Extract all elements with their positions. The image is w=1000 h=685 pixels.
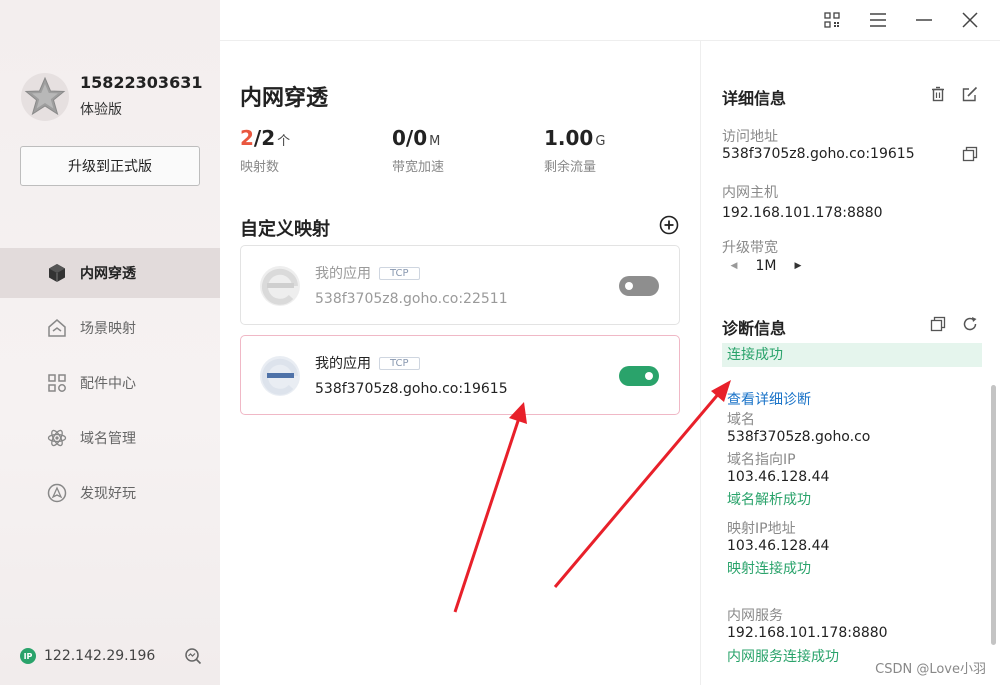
mapping-toggle[interactable] [619,276,659,296]
star-avatar-icon[interactable] [20,72,70,122]
diagnostics-title: 诊断信息 [722,319,787,338]
ip-search-icon[interactable] [184,647,202,665]
compass-icon [46,482,68,504]
details-title: 详细信息 [722,89,787,108]
sidebar-item-scene[interactable]: 场景映射 [0,303,220,353]
domain-ip-label: 域名指向IP [727,452,796,468]
protocol-badge: TCP [379,267,420,280]
upgrade-button[interactable]: 升级到正式版 [20,146,200,186]
stat-label: 带宽加速 [392,160,445,175]
public-ip-value: 122.142.29.196 [44,648,156,664]
edit-icon[interactable] [962,86,978,102]
account-phone: 15822303631 [80,73,203,92]
sidebar-item-label: 场景映射 [80,321,136,337]
watermark: CSDN @Love小羽 [875,662,986,677]
sidebar-item-label: 配件中心 [80,376,136,392]
page-title: 内网穿透 [240,86,329,111]
decrease-icon[interactable]: ◀ [727,261,741,271]
sidebar-item-discover[interactable]: 发现好玩 [0,468,220,518]
sidebar-item-accessories[interactable]: 配件中心 [0,358,220,408]
stat-label: 剩余流量 [544,160,597,175]
menu-button[interactable] [868,10,888,30]
stat-bandwidth: 0/0 M 带宽加速 [392,126,445,175]
access-address-value: 538f3705z8.goho.co:19615 [722,146,915,162]
domain-value: 538f3705z8.goho.co [727,429,871,445]
house-icon [46,317,68,339]
stat-mappings: 2/2 个 映射数 [240,126,291,175]
public-ip: IP 122.142.29.196 [20,648,155,664]
window-controls [822,10,980,30]
app-logo-icon [260,266,300,306]
panel-scrollbar[interactable] [991,385,996,645]
domain-label: 域名 [727,412,755,428]
service-connect-status: 内网服务连接成功 [727,649,839,665]
close-button[interactable] [960,10,980,30]
connection-status: 连接成功 [722,343,982,367]
sidebar-item-intranet[interactable]: 内网穿透 [0,248,220,298]
copy-icon[interactable] [930,316,946,332]
protocol-badge: TCP [379,357,420,370]
service-label: 内网服务 [727,608,783,624]
detail-panel: 详细信息 访问地址 538f3705z8.goho.co:19615 内网主机 … [700,40,1000,685]
refresh-icon[interactable] [962,316,978,332]
app-logo-icon [260,356,300,396]
mapping-address: 538f3705z8.goho.co:22511 [315,291,508,307]
mapping-address: 538f3705z8.goho.co:19615 [315,381,508,397]
intranet-host-label: 内网主机 [722,185,778,201]
domain-resolve-status: 域名解析成功 [727,492,811,508]
qr-code-button[interactable] [822,10,842,30]
service-value: 192.168.101.178:8880 [727,625,888,641]
hamburger-menu-icon [870,13,886,27]
mapped-ip-label: 映射IP地址 [727,521,796,537]
intranet-host-value: 192.168.101.178:8880 [722,205,883,221]
sidebar-nav: 内网穿透 场景映射 配件中心 域名管理 发现好玩 [0,248,220,523]
mapped-ip-value: 103.46.128.44 [727,538,830,554]
atom-icon [46,427,68,449]
close-icon [962,12,978,28]
mapping-name: 我的应用 TCP [315,263,420,283]
domain-ip-value: 103.46.128.44 [727,469,830,485]
mapping-card[interactable]: 我的应用 TCP 538f3705z8.goho.co:22511 [240,245,680,325]
stat-label: 映射数 [240,160,280,175]
bandwidth-label: 升级带宽 [722,240,778,256]
view-diagnostics-link[interactable]: 查看详细诊断 [727,389,811,409]
sidebar-item-label: 域名管理 [80,431,136,447]
ip-badge-icon: IP [20,648,36,664]
mapping-name: 我的应用 TCP [315,353,420,373]
minimize-button[interactable] [914,10,934,30]
grid-icon [46,372,68,394]
bandwidth-value: 1M [755,258,777,274]
bandwidth-stepper[interactable]: ◀ 1M ▶ [727,258,805,274]
trash-icon[interactable] [930,86,946,102]
minimize-icon [916,19,932,21]
stat-traffic: 1.00 G 剩余流量 [544,126,606,175]
mapped-connect-status: 映射连接成功 [727,561,811,577]
mapping-card[interactable]: 我的应用 TCP 538f3705z8.goho.co:19615 [240,335,680,415]
sidebar: 15822303631 体验版 升级到正式版 内网穿透 场景映射 配件中心 域名… [0,0,220,685]
sidebar-item-label: 发现好玩 [80,486,136,502]
cube-icon [46,262,68,284]
increase-icon[interactable]: ▶ [791,261,805,271]
add-mapping-icon[interactable] [659,215,679,235]
sidebar-item-domains[interactable]: 域名管理 [0,413,220,463]
mapping-toggle[interactable] [619,366,659,386]
qr-code-icon [824,12,840,28]
sidebar-item-label: 内网穿透 [80,266,136,282]
section-title: 自定义映射 [240,219,330,240]
access-address-label: 访问地址 [722,129,778,145]
account-plan: 体验版 [80,102,122,118]
copy-icon[interactable] [962,146,978,162]
